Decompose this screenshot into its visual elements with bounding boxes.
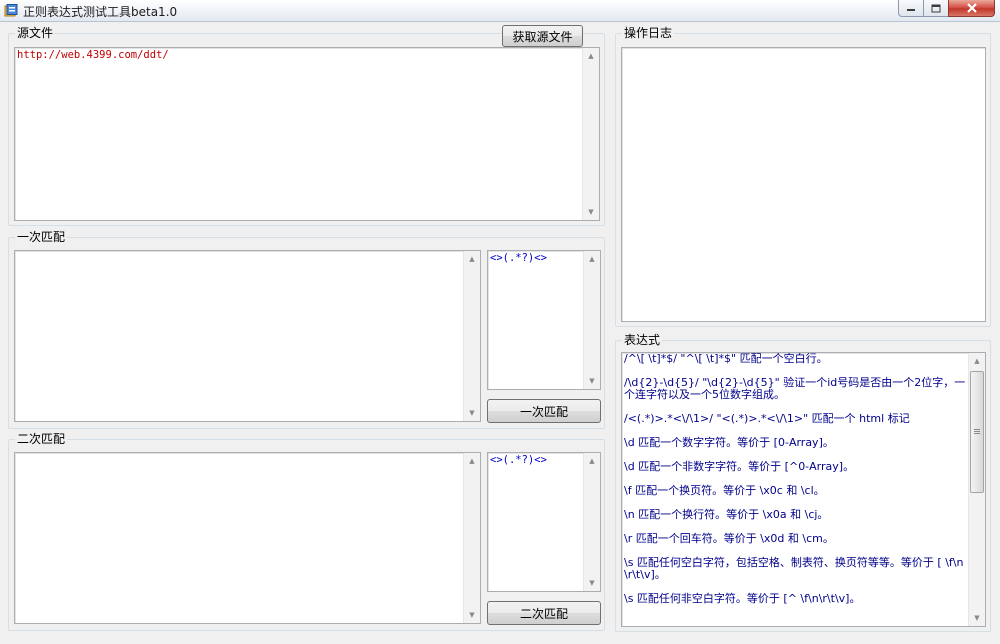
first-match-button[interactable]: 一次匹配 bbox=[487, 399, 601, 423]
log-group: 操作日志 bbox=[615, 26, 991, 327]
log-textarea[interactable] bbox=[621, 47, 986, 322]
expression-item[interactable]: \s 匹配任何非空白字符。等价于 [^ \f\n\r\t\v]。 bbox=[624, 593, 967, 605]
first-match-result-text bbox=[15, 251, 480, 253]
chevron-up-icon[interactable]: ▲ bbox=[464, 453, 480, 469]
expression-group: 表达式 /^\[ \t]*$/ "^\[ \t]*$" 匹配一个空白行。 /\d… bbox=[615, 333, 991, 632]
minimize-button[interactable] bbox=[898, 0, 924, 17]
expression-scrollbar[interactable]: ▲ ▼ bbox=[968, 353, 985, 626]
expression-item[interactable]: \n 匹配一个换行符。等价于 \x0a 和 \cj。 bbox=[624, 509, 967, 521]
source-group: 源文件 获取源文件 http://web.4399.com/ddt/ ▲ ▼ bbox=[8, 25, 605, 226]
first-match-group: 一次匹配 ▲ ▼ <>(.*?)<> ▲ ▼ 一次匹配 bbox=[8, 230, 605, 429]
source-textarea[interactable]: http://web.4399.com/ddt/ ▲ ▼ bbox=[14, 47, 600, 221]
title-bar: 正则表达式测试工具beta1.0 bbox=[0, 0, 1000, 22]
expression-list-box[interactable]: /^\[ \t]*$/ "^\[ \t]*$" 匹配一个空白行。 /\d{2}-… bbox=[621, 352, 986, 627]
second-match-group: 二次匹配 ▲ ▼ <>(.*?)<> ▲ ▼ 二次匹配 bbox=[8, 432, 605, 631]
chevron-down-icon[interactable]: ▼ bbox=[584, 575, 600, 591]
second-match-legend: 二次匹配 bbox=[15, 432, 68, 446]
log-text bbox=[622, 48, 985, 50]
log-legend: 操作日志 bbox=[622, 26, 675, 40]
source-scrollbar[interactable]: ▲ ▼ bbox=[582, 48, 599, 220]
grip-icon bbox=[974, 429, 980, 434]
close-button[interactable] bbox=[948, 0, 995, 17]
chevron-down-icon[interactable]: ▼ bbox=[464, 405, 480, 421]
expression-legend: 表达式 bbox=[622, 333, 663, 347]
expression-item[interactable]: /<(.*)>.*<\/\1>/ "<(.*)>.*<\/\1>" 匹配一个 h… bbox=[624, 413, 967, 425]
first-match-scrollbar[interactable]: ▲ ▼ bbox=[463, 251, 480, 421]
first-pattern-input[interactable]: <>(.*?)<> ▲ ▼ bbox=[487, 250, 601, 390]
chevron-up-icon[interactable]: ▲ bbox=[584, 251, 600, 267]
scrollbar-thumb[interactable] bbox=[970, 371, 984, 493]
second-match-result-text bbox=[15, 453, 480, 455]
expression-item[interactable]: \s 匹配任何空白字符，包括空格、制表符、换页符等等。等价于 [ \f\n\r\… bbox=[624, 557, 967, 581]
expression-item[interactable]: /^\[ \t]*$/ "^\[ \t]*$" 匹配一个空白行。 bbox=[624, 353, 967, 365]
second-pattern-input[interactable]: <>(.*?)<> ▲ ▼ bbox=[487, 452, 601, 592]
chevron-up-icon[interactable]: ▲ bbox=[969, 353, 985, 369]
first-match-result[interactable]: ▲ ▼ bbox=[14, 250, 481, 422]
second-match-button[interactable]: 二次匹配 bbox=[487, 601, 601, 625]
maximize-icon bbox=[931, 4, 941, 12]
chevron-up-icon[interactable]: ▲ bbox=[584, 453, 600, 469]
minimize-icon bbox=[907, 9, 915, 11]
close-icon bbox=[966, 3, 977, 13]
chevron-down-icon[interactable]: ▼ bbox=[583, 204, 599, 220]
chevron-up-icon[interactable]: ▲ bbox=[464, 251, 480, 267]
app-icon bbox=[4, 4, 18, 17]
second-match-scrollbar[interactable]: ▲ ▼ bbox=[463, 453, 480, 623]
second-pattern-scrollbar[interactable]: ▲ ▼ bbox=[583, 453, 600, 591]
first-match-legend: 一次匹配 bbox=[15, 230, 68, 244]
maximize-button[interactable] bbox=[923, 0, 949, 17]
expression-item[interactable]: \d 匹配一个非数字字符。等价于 [^0-Array]。 bbox=[624, 461, 967, 473]
first-pattern-scrollbar[interactable]: ▲ ▼ bbox=[583, 251, 600, 389]
expression-item[interactable]: /\d{2}-\d{5}/ "\d{2}-\d{5}" 验证一个id号码是否由一… bbox=[624, 377, 967, 401]
fetch-source-button[interactable]: 获取源文件 bbox=[502, 25, 583, 47]
expression-item[interactable]: \r 匹配一个回车符。等价于 \x0d 和 \cm。 bbox=[624, 533, 967, 545]
second-match-result[interactable]: ▲ ▼ bbox=[14, 452, 481, 624]
source-text: http://web.4399.com/ddt/ bbox=[17, 49, 169, 61]
expression-list: /^\[ \t]*$/ "^\[ \t]*$" 匹配一个空白行。 /\d{2}-… bbox=[624, 353, 967, 626]
chevron-down-icon[interactable]: ▼ bbox=[969, 610, 985, 626]
chevron-down-icon[interactable]: ▼ bbox=[464, 607, 480, 623]
source-legend: 源文件 bbox=[15, 26, 56, 40]
expression-item[interactable]: \f 匹配一个换页符。等价于 \x0c 和 \cl。 bbox=[624, 485, 967, 497]
window-title: 正则表达式测试工具beta1.0 bbox=[23, 5, 178, 19]
expression-item[interactable]: \d 匹配一个数字字符。等价于 [0-Array]。 bbox=[624, 437, 967, 449]
chevron-up-icon[interactable]: ▲ bbox=[583, 48, 599, 64]
chevron-down-icon[interactable]: ▼ bbox=[584, 373, 600, 389]
